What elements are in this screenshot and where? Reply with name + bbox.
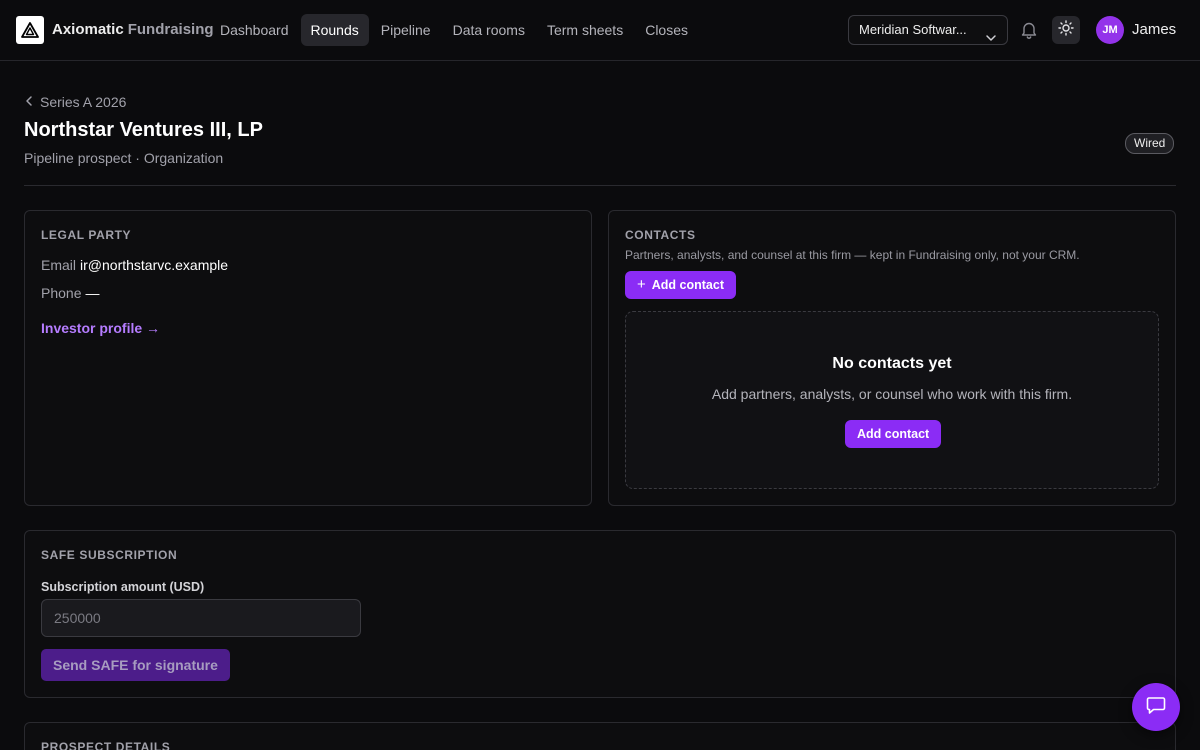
contacts-empty-state: No contacts yet Add partners, analysts, … [625, 311, 1159, 489]
theme-toggle-button[interactable] [1052, 16, 1080, 44]
investor-profile-link[interactable]: Investor profile → [41, 320, 160, 336]
bell-icon[interactable] [1020, 20, 1038, 45]
chat-button[interactable] [1132, 683, 1180, 731]
phone-label: Phone [41, 285, 82, 301]
add-contact-button[interactable]: + Add contact [625, 271, 736, 299]
prospect-details-title: PROSPECT DETAILS [41, 740, 171, 750]
logo-icon[interactable] [16, 16, 44, 44]
contacts-title: CONTACTS [625, 228, 696, 242]
page-subtitle: Pipeline prospect · Organization [24, 150, 224, 166]
header-divider [24, 185, 1176, 186]
brand-product: Fundraising [127, 21, 214, 38]
nav-data-rooms[interactable]: Data rooms [443, 14, 535, 46]
user-name[interactable]: James [1132, 21, 1176, 38]
safe-subscription-card: SAFE SUBSCRIPTION Subscription amount (U… [24, 530, 1176, 698]
nav-pipeline[interactable]: Pipeline [371, 14, 441, 46]
organization-select-value: Meridian Softwar... [859, 22, 967, 37]
subscription-amount-label: Subscription amount (USD) [41, 580, 205, 594]
main-nav: Dashboard Rounds Pipeline Data rooms Ter… [210, 14, 700, 46]
phone-row: Phone — [41, 285, 99, 301]
contacts-card: CONTACTS Partners, analysts, and counsel… [608, 210, 1176, 506]
email-row: Email ir@northstarvc.example [41, 257, 228, 273]
send-safe-button[interactable]: Send SAFE for signature [41, 649, 230, 681]
nav-term-sheets[interactable]: Term sheets [537, 14, 633, 46]
chat-bubble-icon [1145, 694, 1167, 721]
nav-rounds[interactable]: Rounds [300, 14, 369, 46]
status-badge: Wired [1125, 133, 1175, 154]
phone-value: — [85, 285, 100, 301]
empty-state-title: No contacts yet [832, 355, 952, 372]
top-navigation-bar: Axiomatic Fundraising Dashboard Rounds Pi… [0, 0, 1200, 61]
empty-state-description: Add partners, analysts, or counsel who w… [711, 386, 1073, 402]
legal-party-title: LEGAL PARTY [41, 228, 132, 242]
breadcrumb-label: Series A 2026 [40, 94, 127, 110]
chevron-left-icon [24, 94, 34, 110]
safe-subscription-title: SAFE SUBSCRIPTION [41, 548, 178, 562]
organization-select[interactable]: Meridian Softwar... [848, 15, 1008, 45]
chevron-down-icon [985, 25, 997, 53]
prospect-details-card: PROSPECT DETAILS [24, 722, 1176, 750]
brand-company: Axiomatic [52, 21, 124, 38]
breadcrumb-back-link[interactable]: Series A 2026 [24, 94, 126, 110]
email-label: Email [41, 257, 77, 273]
plus-icon: + [637, 276, 646, 293]
user-avatar[interactable]: JM [1096, 16, 1124, 44]
empty-state-add-contact-button[interactable]: Add contact [845, 420, 942, 448]
subscription-amount-input[interactable] [41, 599, 361, 637]
page-title: Northstar Ventures III, LP [24, 119, 263, 141]
sun-icon [1058, 19, 1074, 41]
add-contact-label: Add contact [651, 278, 724, 292]
contacts-description: Partners, analysts, and counsel at this … [625, 248, 1080, 262]
nav-closes[interactable]: Closes [635, 14, 698, 46]
brand-name[interactable]: Axiomatic Fundraising [52, 21, 214, 38]
email-value: ir@northstarvc.example [80, 257, 229, 273]
nav-dashboard[interactable]: Dashboard [210, 14, 299, 46]
legal-party-card: LEGAL PARTY Email ir@northstarvc.example … [24, 210, 592, 506]
